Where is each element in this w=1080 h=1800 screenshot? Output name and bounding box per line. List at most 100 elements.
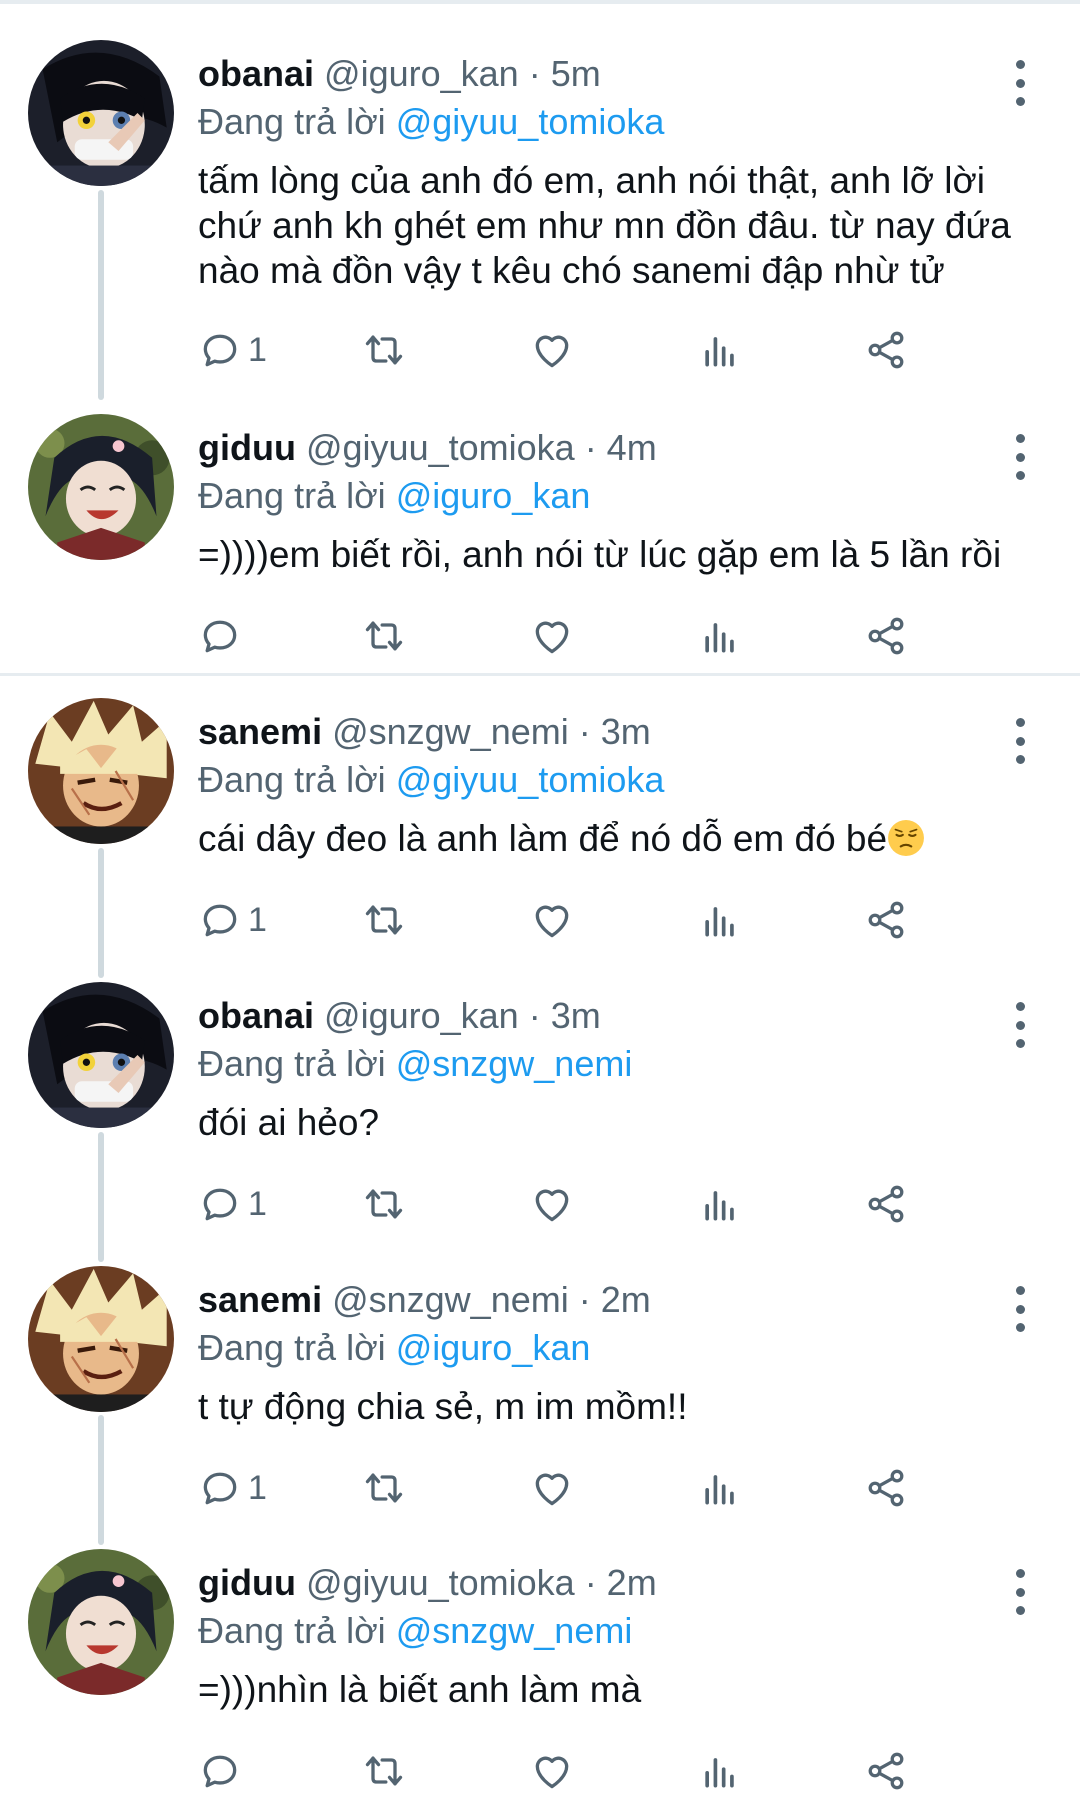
retweet-button[interactable] [362, 1176, 406, 1232]
tweet-header: obanai @iguro_kan · 5m [198, 52, 990, 96]
replying-label: Đang trả lời [198, 1610, 386, 1651]
tweet-actions: 1 [198, 322, 1028, 378]
share-button[interactable] [864, 1743, 908, 1799]
display-name[interactable]: giduu [198, 427, 296, 468]
timestamp[interactable]: · 2m [579, 1279, 651, 1320]
tweet-text: đói ai hẻo? [198, 1102, 380, 1143]
avatar[interactable] [28, 40, 174, 186]
share-icon [868, 1752, 904, 1790]
avatar[interactable] [28, 414, 174, 560]
like-button[interactable] [530, 1743, 574, 1799]
share-button[interactable] [864, 892, 908, 948]
more-options-icon[interactable] [1012, 718, 1028, 764]
tweet-header: obanai @iguro_kan · 3m [198, 994, 990, 1038]
replying-mention[interactable]: @iguro_kan [396, 1327, 591, 1368]
views-icon [705, 1758, 734, 1788]
timestamp[interactable]: · 4m [585, 427, 657, 468]
reply-icon [203, 1472, 237, 1505]
tweet-item[interactable]: giduu @giyuu_tomioka · 4m Đang trả lời @… [0, 414, 1080, 664]
views-button[interactable] [698, 1176, 742, 1232]
username-handle[interactable]: @iguro_kan [324, 995, 519, 1036]
tweet-item[interactable]: obanai @iguro_kan · 5m Đang trả lời @giy… [0, 40, 1080, 380]
replying-to: Đang trả lời @iguro_kan [198, 1326, 590, 1370]
tweet-item[interactable]: obanai @iguro_kan · 3m Đang trả lời @snz… [0, 982, 1080, 1232]
reply-button[interactable]: 1 [198, 1176, 267, 1232]
like-button[interactable] [530, 1460, 574, 1516]
tweet-item[interactable]: sanemi @snzgw_nemi · 2m Đang trả lời @ig… [0, 1266, 1080, 1516]
retweet-button[interactable] [362, 1460, 406, 1516]
reply-icon [203, 1755, 237, 1788]
more-options-icon[interactable] [1012, 1286, 1028, 1332]
share-button[interactable] [864, 608, 908, 664]
views-button[interactable] [698, 1743, 742, 1799]
more-options-icon[interactable] [1012, 1002, 1028, 1048]
more-options-icon[interactable] [1012, 1569, 1028, 1615]
reply-button[interactable] [198, 608, 248, 664]
display-name[interactable]: sanemi [198, 1279, 322, 1320]
username-handle[interactable]: @giyuu_tomioka [306, 1562, 575, 1603]
reply-count: 1 [248, 1468, 267, 1507]
replying-mention[interactable]: @giyuu_tomioka [396, 759, 665, 800]
share-button[interactable] [864, 322, 908, 378]
timestamp[interactable]: · 3m [579, 711, 651, 752]
avatar[interactable] [28, 1266, 174, 1412]
replying-mention[interactable]: @iguro_kan [396, 475, 591, 516]
retweet-button[interactable] [362, 322, 406, 378]
replying-mention[interactable]: @snzgw_nemi [396, 1610, 633, 1651]
tweet-text: tấm lòng của anh đó em, anh nói thật, an… [198, 160, 1011, 291]
giduu-avatar [28, 414, 174, 560]
pensive-face-emoji [888, 820, 925, 856]
views-button[interactable] [698, 608, 742, 664]
tweet-item[interactable]: sanemi @snzgw_nemi · 3m Đang trả lời @gi… [0, 698, 1080, 948]
retweet-icon [365, 1473, 403, 1503]
views-button[interactable] [698, 892, 742, 948]
tweet-text: cái dây đeo là anh làm để nó dỗ em đó bé [198, 818, 888, 859]
replying-to: Đang trả lời @giyuu_tomioka [198, 758, 664, 802]
reply-button[interactable] [198, 1743, 248, 1799]
reply-button[interactable]: 1 [198, 322, 267, 378]
display-name[interactable]: sanemi [198, 711, 322, 752]
timestamp[interactable]: · 2m [585, 1562, 657, 1603]
views-button[interactable] [698, 1460, 742, 1516]
username-handle[interactable]: @giyuu_tomioka [306, 427, 575, 468]
username-handle[interactable]: @snzgw_nemi [332, 711, 569, 752]
username-handle[interactable]: @iguro_kan [324, 53, 519, 94]
giduu-avatar [28, 1549, 174, 1695]
timestamp[interactable]: · 5m [529, 53, 601, 94]
display-name[interactable]: obanai [198, 53, 314, 94]
tweet-item[interactable]: giduu @giyuu_tomioka · 2m Đang trả lời @… [0, 1549, 1080, 1799]
retweet-button[interactable] [362, 1743, 406, 1799]
reply-icon [203, 904, 237, 937]
more-options-icon[interactable] [1012, 434, 1028, 480]
retweet-button[interactable] [362, 892, 406, 948]
like-button[interactable] [530, 322, 574, 378]
tweet-actions: 1 [198, 892, 1028, 948]
like-button[interactable] [530, 1176, 574, 1232]
avatar[interactable] [28, 1549, 174, 1695]
retweet-button[interactable] [362, 608, 406, 664]
reply-button[interactable]: 1 [198, 892, 267, 948]
username-handle[interactable]: @snzgw_nemi [332, 1279, 569, 1320]
replying-to: Đang trả lời @iguro_kan [198, 474, 590, 518]
views-icon [705, 623, 734, 653]
display-name[interactable]: giduu [198, 1562, 296, 1603]
avatar[interactable] [28, 982, 174, 1128]
replying-mention[interactable]: @snzgw_nemi [396, 1043, 633, 1084]
obanai-avatar [28, 40, 174, 186]
reply-icon [203, 1188, 237, 1221]
replying-mention[interactable]: @giyuu_tomioka [396, 101, 665, 142]
top-divider [0, 0, 1080, 4]
replying-label: Đang trả lời [198, 1327, 386, 1368]
timestamp[interactable]: · 3m [529, 995, 601, 1036]
more-options-icon[interactable] [1012, 60, 1028, 106]
share-button[interactable] [864, 1460, 908, 1516]
display-name[interactable]: obanai [198, 995, 314, 1036]
share-button[interactable] [864, 1176, 908, 1232]
like-button[interactable] [530, 608, 574, 664]
like-button[interactable] [530, 892, 574, 948]
reply-button[interactable]: 1 [198, 1460, 267, 1516]
views-button[interactable] [698, 322, 742, 378]
retweet-icon [365, 621, 403, 651]
heart-icon [535, 905, 569, 938]
avatar[interactable] [28, 698, 174, 844]
